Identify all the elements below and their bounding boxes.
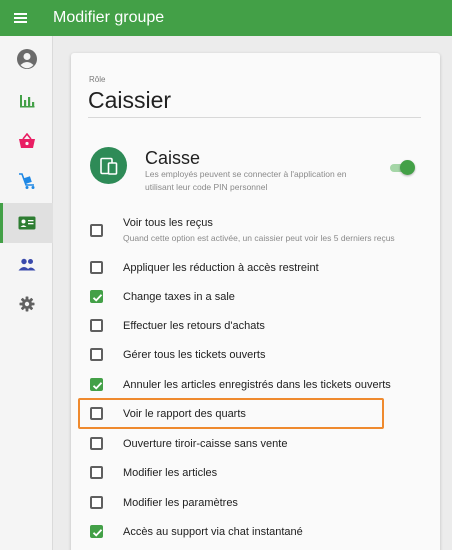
permission-row[interactable]: Appliquer les réduction à accès restrein… [71, 255, 440, 281]
permission-label: Modifier les articles [123, 467, 218, 479]
permission-description: Quand cette option est activée, un caiss… [123, 233, 395, 243]
sidebar-item-account[interactable] [0, 39, 53, 79]
app-bar: Modifier groupe [0, 0, 452, 36]
checkbox[interactable] [90, 261, 103, 274]
checkbox-checked[interactable] [90, 290, 103, 303]
sidebar-item-employees[interactable] [0, 203, 53, 243]
permission-row[interactable]: Ouverture tiroir-caisse sans vente [71, 431, 440, 457]
role-label: Rôle [89, 75, 106, 84]
check-icon [92, 529, 103, 537]
pos-icon-circle [90, 147, 127, 184]
permission-label: Annuler les articles enregistrés dans le… [123, 379, 391, 391]
permission-label: Accès au support via chat instantané [123, 526, 303, 538]
account-circle-icon [16, 49, 37, 69]
pos-section-description: Les employés peuvent se connecter à l'ap… [145, 169, 347, 192]
checkbox[interactable] [90, 348, 103, 361]
devices-icon [99, 157, 117, 175]
permission-row[interactable]: Voir tous les reçus Quand cette option e… [71, 217, 440, 243]
basket-icon [18, 133, 35, 148]
pos-section-title: Caisse [145, 148, 201, 168]
highlight-frame [78, 398, 384, 429]
sidebar-item-items[interactable] [0, 121, 53, 161]
permission-row[interactable]: Effectuer les retours d'achats [71, 313, 440, 339]
role-underline [88, 117, 421, 118]
permission-row[interactable]: Modifier les articles [71, 460, 440, 486]
inventory-cart-icon [18, 173, 34, 189]
checkbox[interactable] [90, 437, 103, 450]
sidebar-item-customers[interactable] [0, 244, 53, 284]
people-icon [18, 258, 35, 270]
checkbox-checked[interactable] [90, 525, 103, 538]
sidebar [0, 36, 53, 550]
checkbox-checked[interactable] [90, 378, 103, 391]
permission-label: Modifier les paramètres [123, 497, 238, 509]
permission-label: Voir tous les reçus [123, 217, 213, 229]
sidebar-item-reports[interactable] [0, 81, 53, 121]
permission-label: Change taxes in a sale [123, 291, 235, 303]
permission-row[interactable]: Annuler les articles enregistrés dans le… [71, 372, 440, 398]
sidebar-item-settings[interactable] [0, 284, 53, 324]
permission-row[interactable]: Accès au support via chat instantané [71, 519, 440, 545]
bar-chart-icon [19, 95, 34, 108]
permission-label: Ouverture tiroir-caisse sans vente [123, 438, 288, 450]
role-card: Rôle Caissier Caisse Les employés peuven… [71, 53, 440, 550]
checkbox[interactable] [90, 224, 103, 237]
pos-toggle[interactable] [390, 160, 415, 176]
checkbox[interactable] [90, 319, 103, 332]
permission-row[interactable]: Change taxes in a sale [71, 284, 440, 310]
permission-label: Gérer tous les tickets ouverts [123, 349, 266, 361]
check-icon [92, 294, 103, 302]
gear-icon [19, 296, 34, 312]
checkbox[interactable] [90, 496, 103, 509]
badge-icon [18, 216, 35, 230]
permission-row[interactable]: Modifier les paramètres [71, 490, 440, 516]
page-title: Modifier groupe [53, 9, 165, 26]
permission-label: Appliquer les réduction à accès restrein… [123, 262, 319, 274]
check-icon [92, 382, 103, 390]
permission-row[interactable]: Gérer tous les tickets ouverts [71, 342, 440, 368]
hamburger-menu-icon[interactable] [0, 0, 40, 36]
permission-label: Effectuer les retours d'achats [123, 320, 265, 332]
checkbox[interactable] [90, 466, 103, 479]
sidebar-item-inventory[interactable] [0, 161, 53, 201]
role-name-field[interactable]: Caissier [88, 87, 171, 114]
